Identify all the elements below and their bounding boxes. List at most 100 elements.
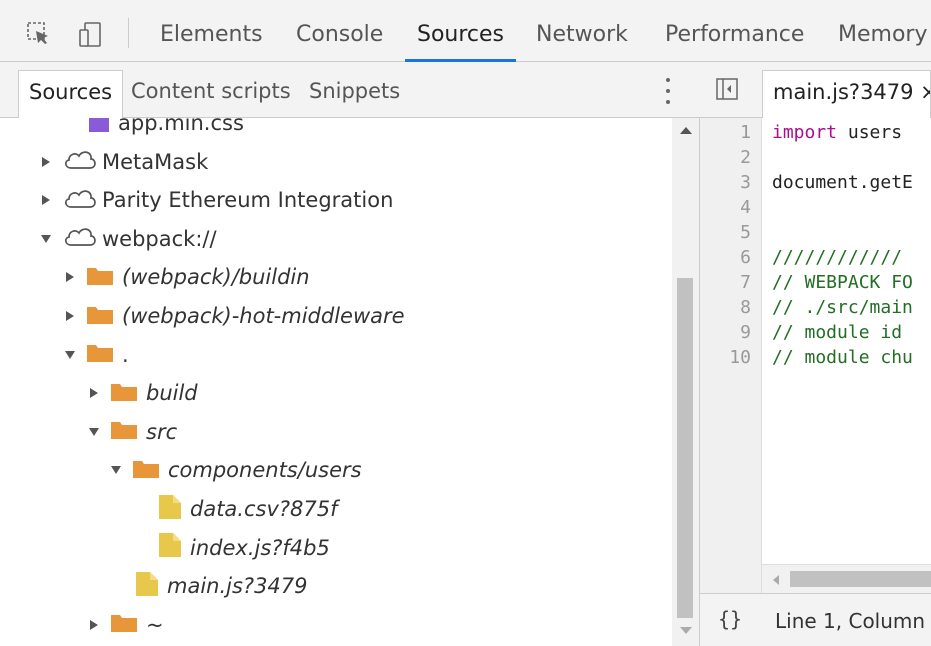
tree-item-label: app.min.css [118,118,244,135]
expanded-arrow-icon[interactable] [40,233,52,245]
navigator-tabs: Sources Content scripts Snippets [0,62,700,118]
tab-elements[interactable]: Elements [160,0,263,62]
inspect-element-icon[interactable] [27,22,51,50]
tab-sources[interactable]: Sources [404,0,517,62]
code-line: // ./src/main [772,297,913,318]
tree-item-label: components/users [168,458,362,483]
collapsed-arrow-icon[interactable] [88,387,100,399]
tree-item-label: main.js?3479 [167,574,308,599]
line-number: 8 [740,297,751,318]
expanded-arrow-icon[interactable] [88,426,100,438]
folder-icon [110,611,146,638]
file-icon [158,494,190,525]
line-number: 9 [740,322,751,343]
toggle-navigator-icon[interactable] [716,78,738,104]
tab-performance[interactable]: Performance [665,0,804,62]
folder-icon [86,303,122,330]
collapsed-arrow-icon[interactable] [40,156,52,168]
line-number: 10 [729,347,751,368]
folder-icon [132,457,168,484]
cursor-position: Line 1, Column [775,609,926,633]
code-text: document.getE [772,172,913,193]
tree-item[interactable]: webpack:// [40,220,217,258]
expanded-arrow-icon[interactable] [64,349,76,361]
tree-item[interactable]: index.js?f4b5 [158,529,330,567]
tree-item[interactable]: Parity Ethereum Integration [40,181,393,219]
tab-memory[interactable]: Memory [838,0,927,62]
tree-item-label: . [122,342,129,367]
cloud-icon [62,148,102,175]
code-line: //////////// [772,247,902,268]
tree-item[interactable]: . [64,336,129,374]
line-number-gutter: 1 2 3 4 5 6 7 8 9 10 [700,118,762,593]
line-number: 7 [740,272,751,293]
tree-scrollbar[interactable] [672,118,700,646]
collapsed-arrow-icon[interactable] [64,271,76,283]
tree-item[interactable]: (webpack)/buildin [64,258,310,296]
scroll-up-icon[interactable] [679,125,693,135]
horizontal-scrollbar[interactable] [762,564,931,593]
code-line: // module chu [772,347,913,368]
device-toolbar-icon[interactable] [78,22,104,52]
file-icon [158,532,190,563]
tree-item-label: src [146,419,178,444]
tree-item[interactable]: (webpack)-hot-middleware [64,297,405,335]
editor-tab-strip: main.js?3479 × [700,62,931,118]
editor-tab-main-js[interactable]: main.js?3479 × [762,70,931,118]
nav-tab-content-scripts[interactable]: Content scripts [131,70,291,118]
nav-tab-snippets[interactable]: Snippets [309,70,400,118]
pretty-print-button[interactable]: {} [718,607,742,631]
scroll-down-icon[interactable] [679,626,693,636]
file-tree: app.min.css MetaMask Parity Ethereum Integ… [0,118,672,646]
tree-item[interactable]: MetaMask [40,143,208,181]
code-text: // module chu [772,347,913,368]
tree-item[interactable]: ~ [88,606,164,644]
tree-item-label: index.js?f4b5 [190,535,330,560]
cloud-icon [62,187,102,214]
toolbar-separator [128,18,129,48]
collapsed-arrow-icon[interactable] [88,619,100,631]
tree-item[interactable]: main.js?3479 [135,567,308,605]
tree-item[interactable]: data.csv?875f [158,490,338,528]
tree-scrollbar-thumb[interactable] [677,278,693,618]
tree-item-label: Parity Ethereum Integration [102,188,394,213]
collapsed-arrow-icon[interactable] [64,310,76,322]
code-text: users [837,122,903,143]
tree-item-label: webpack:// [102,226,217,251]
file-icon [135,571,167,602]
more-options-icon[interactable] [662,74,674,108]
collapsed-arrow-icon[interactable] [40,194,52,206]
tree-item[interactable]: components/users [110,451,362,489]
tab-network[interactable]: Network [536,0,628,62]
tree-item-label: (webpack)/buildin [122,265,310,290]
line-number: 6 [740,247,751,268]
scroll-left-icon[interactable] [772,574,780,586]
tree-item-label: (webpack)-hot-middleware [122,304,405,328]
code-keyword: import [772,122,838,143]
line-number: 3 [740,172,751,193]
code-text: // module id [772,322,903,343]
code-line: // WEBPACK FO [772,272,913,293]
tree-item-label: build [146,381,198,406]
tree-item[interactable]: build [88,374,198,412]
code-line: document.getE [772,172,913,193]
code-line: // module id [772,322,902,343]
line-number: 4 [740,197,751,218]
line-number: 2 [740,147,751,168]
expanded-arrow-icon[interactable] [110,464,122,476]
tree-item-label: data.csv?875f [190,497,338,521]
tree-item[interactable]: app.min.css [88,118,244,142]
cloud-icon [62,225,102,252]
tree-item-label: MetaMask [102,149,209,174]
code-editor[interactable]: import users document.getE //////////// // … [762,118,931,564]
tab-console[interactable]: Console [296,0,383,62]
folder-icon [86,264,122,291]
folder-icon [110,418,146,445]
code-line: import users [772,122,902,143]
editor-status-bar: {} Line 1, Column [700,593,931,646]
nav-tab-sources[interactable]: Sources [18,70,124,118]
line-number: 1 [740,122,751,143]
horizontal-scrollbar-thumb[interactable] [790,571,931,587]
devtools-toolbar: Elements Console Sources Network Perform… [0,0,931,62]
tree-item[interactable]: src [88,413,177,451]
